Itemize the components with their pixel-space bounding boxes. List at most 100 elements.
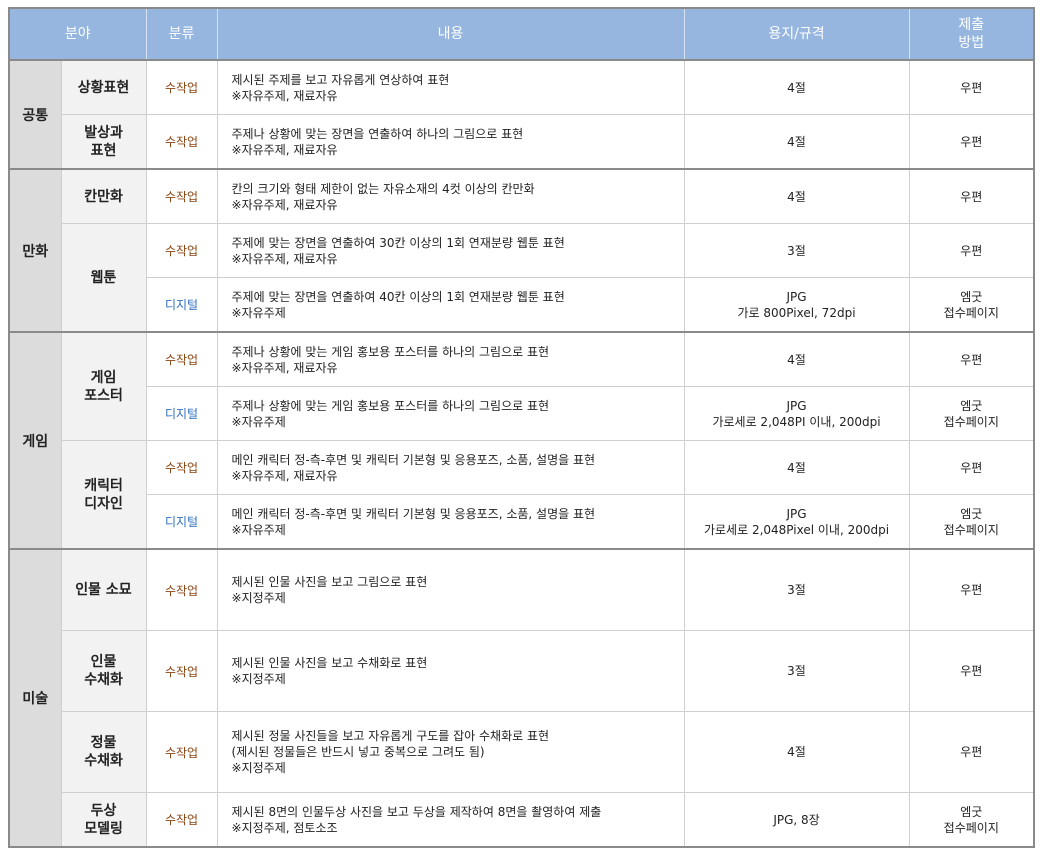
type-cell: 수작업 [145, 792, 218, 848]
content-line: ※자유주제 [231, 522, 286, 537]
submit-line: 엠굿 [960, 398, 983, 413]
table-row: 디지털 메인 캐릭터 정-측-후면 및 캐릭터 기본형 및 응용포즈, 소품, 설… [9, 494, 1035, 550]
table-row: 캐릭터 디자인 수작업 메인 캐릭터 정-측-후면 및 캐릭터 기본형 및 응용포즈,… [9, 440, 1035, 550]
subfield-cell: 두상 모델링 [60, 792, 147, 848]
submit-cell: 엠굿 접수페이지 [908, 277, 1035, 333]
subfield-line: 수채화 [84, 753, 123, 769]
subfield-line: 인물 [90, 654, 117, 670]
submit-cell: 우편 [908, 548, 1035, 631]
subfield-cell: 캐릭터 디자인 [60, 440, 147, 550]
subfield-line: 상황표현 [77, 79, 130, 96]
content-cell: 칸의 크기와 형태 제한이 없는 자유소재의 4컷 이상의 칸만화 ※자유주제, … [216, 168, 685, 224]
table-row: 정물 수채화 수작업 제시된 정물 사진들을 보고 자유롭게 구도를 잡아 수채화로 … [9, 711, 1035, 793]
content-line: ※자유주제, 재료자유 [231, 360, 338, 375]
header-submit-line2: 방법 [958, 35, 985, 51]
table-row: 두상 모델링 수작업 제시된 8면의 인물두상 사진을 보고 두상을 제작하여 8면을… [9, 792, 1035, 848]
content-line: ※지정주제 [231, 672, 286, 686]
type-cell: 수작업 [145, 168, 218, 224]
paper-cell: 4절 [683, 440, 910, 495]
content-line: ※지정주제, 점토소조 [231, 820, 338, 835]
submit-cell: 우편 [908, 440, 1035, 495]
subfield-line: 정물 [90, 735, 117, 751]
content-cell: 주제에 맞는 장면을 연출하여 40칸 이상의 1회 연재분량 웹툰 표현 ※자유… [216, 277, 685, 333]
table-row: 공통 상황표현 수작업 제시된 주제를 보고 자유롭게 연상하여 표현 ※자유주제, 재… [8, 59, 1035, 170]
header-row: 분야 분류 내용 용지/규격 제출 방법 [8, 7, 1035, 61]
content-line: ※자유주제, 재료자유 [231, 251, 338, 266]
subfield-cell: 게임 포스터 [60, 331, 147, 441]
content-line: ※자유주제 [231, 414, 286, 429]
submit-cell: 우편 [908, 114, 1035, 170]
subfield-cell: 상황표현 [60, 59, 147, 115]
paper-line: 4절 [787, 352, 806, 367]
requirements-table-wrapper: 분야 분류 내용 용지/규격 제출 방법 공통 상황표현 수작업 제시된 주제를 보고… [8, 7, 1036, 848]
header-submit-line1: 제출 [958, 17, 985, 33]
content-cell: 메인 캐릭터 정-측-후면 및 캐릭터 기본형 및 응용포즈, 소품, 설명을 … [216, 494, 685, 550]
requirements-table: 분야 분류 내용 용지/규격 제출 방법 공통 상황표현 수작업 제시된 주제를 보고… [8, 7, 1036, 848]
content-cell: 주제에 맞는 장면을 연출하여 30칸 이상의 1회 연재분량 웹툰 표현 ※자유… [216, 223, 685, 278]
paper-cell: 3절 [683, 548, 910, 631]
subfield-cell: 발상과 표현 [60, 114, 147, 170]
group-1: 만화 칸만화 수작업 칸의 크기와 형태 제한이 없는 자유소재의 4컷 이상의 칸만… [8, 168, 1035, 333]
subfield-line: 발상과 [84, 124, 123, 141]
table-row: 발상과 표현 수작업 주제나 상황에 맞는 장면을 연출하여 하나의 그림으로 표현 ※… [9, 114, 1035, 170]
paper-line: JPG, 8장 [773, 812, 820, 827]
subfield-cell: 인물 수채화 [60, 630, 147, 712]
field-cell: 게임 [8, 331, 62, 550]
submit-line: 접수페이지 [943, 522, 999, 537]
content-line: ※자유주제, 재료자유 [231, 142, 338, 157]
subfield-line: 두상 [90, 802, 117, 819]
type-cell: 수작업 [145, 548, 218, 631]
content-cell: 제시된 정물 사진들을 보고 자유롭게 구도를 잡아 수채화로 표현 (제시된 정… [216, 711, 685, 793]
submit-cell: 우편 [908, 223, 1035, 278]
content-line: ※지정주제 [231, 591, 286, 605]
subfield-cell: 정물수채화 [60, 711, 147, 793]
paper-cell: JPG, 8장 [683, 792, 910, 848]
field-cell: 공통 [8, 59, 62, 170]
paper-line: 가로 800Pixel, 72dpi [737, 305, 856, 320]
paper-line: 4절 [787, 189, 806, 204]
submit-cell: 우편 [908, 59, 1035, 115]
submit-cell: 엠굿 접수페이지 [908, 386, 1035, 441]
paper-cell: JPG 가로세로 2,048Pixel 이내, 200dpi [683, 494, 910, 550]
table-row: 디지털 주제에 맞는 장면을 연출하여 40칸 이상의 1회 연재분량 웹툰 표현… [9, 277, 1035, 333]
subfield-line: 디자인 [84, 495, 123, 512]
subfield-line: 표현 [90, 142, 117, 159]
type-cell: 수작업 [145, 114, 218, 170]
paper-cell: 4절 [683, 114, 910, 170]
submit-line: 우편 [960, 352, 983, 367]
content-line: ※자유주제, 재료자유 [231, 88, 338, 103]
subfield-cell: 웹툰 [60, 223, 147, 333]
group-3: 미술 인물 소묘 수작업 제시된 인물 사진을 보고 그림으로 표현 ※지정주제 3절 우편… [8, 548, 1035, 848]
submit-line: 엠굿 [960, 289, 983, 304]
type-cell: 수작업 [145, 440, 218, 495]
submit-line: 접수페이지 [943, 820, 999, 835]
paper-line: 4절 [787, 134, 806, 149]
field-cell: 미술 [8, 548, 62, 848]
type-cell: 수작업 [145, 630, 218, 712]
submit-cell: 우편 [908, 168, 1035, 224]
paper-cell: JPG 가로세로 2,048PI 이내, 200dpi [683, 386, 910, 441]
content-line: (제시된 정물들은 반드시 넣고 중복으로 그려도 됨) [231, 745, 485, 759]
content-cell: 메인 캐릭터 정-측-후면 및 캐릭터 기본형 및 응용포즈, 소품, 설명을 … [216, 440, 685, 495]
submit-line: 엠굿 [960, 804, 983, 819]
paper-line: 3절 [787, 664, 806, 678]
table-row: 만화 칸만화 수작업 칸의 크기와 형태 제한이 없는 자유소재의 4컷 이상의 칸만… [8, 168, 1035, 333]
content-line: 제시된 정물 사진들을 보고 자유롭게 구도를 잡아 수채화로 표현 [231, 729, 550, 743]
subfield-line: 게임 [90, 369, 117, 386]
submit-cell: 우편 [908, 711, 1035, 793]
table-row: 인물 수채화 수작업 제시된 인물 사진을 보고 수채화로 표현 ※지정주제 3절 우편 [9, 630, 1035, 712]
table-row: 디지털 주제나 상황에 맞는 게임 홍보용 포스터를 하나의 그림으로 표현 ※자유… [9, 386, 1035, 441]
subfield-line: 모델링 [84, 820, 123, 837]
subfield-line: 칸만화 [84, 188, 123, 205]
content-line: 메인 캐릭터 정-측-후면 및 캐릭터 기본형 및 응용포즈, 소품, 설명을 … [231, 452, 596, 467]
paper-cell: 4절 [683, 59, 910, 115]
table-row: 웹툰 수작업 주제에 맞는 장면을 연출하여 30칸 이상의 1회 연재분량 웹툰 … [9, 223, 1035, 333]
content-cell: 제시된 인물 사진을 보고 그림으로 표현 ※지정주제 [216, 548, 685, 631]
subfield-cell: 인물 소묘 [60, 548, 147, 631]
paper-cell: JPG 가로 800Pixel, 72dpi [683, 277, 910, 333]
content-line: ※자유주제, 재료자유 [231, 468, 338, 483]
header-paper: 용지/규격 [683, 7, 910, 61]
paper-line: 4절 [787, 460, 806, 475]
content-line: ※자유주제 [231, 305, 286, 320]
submit-line: 접수페이지 [943, 305, 999, 320]
